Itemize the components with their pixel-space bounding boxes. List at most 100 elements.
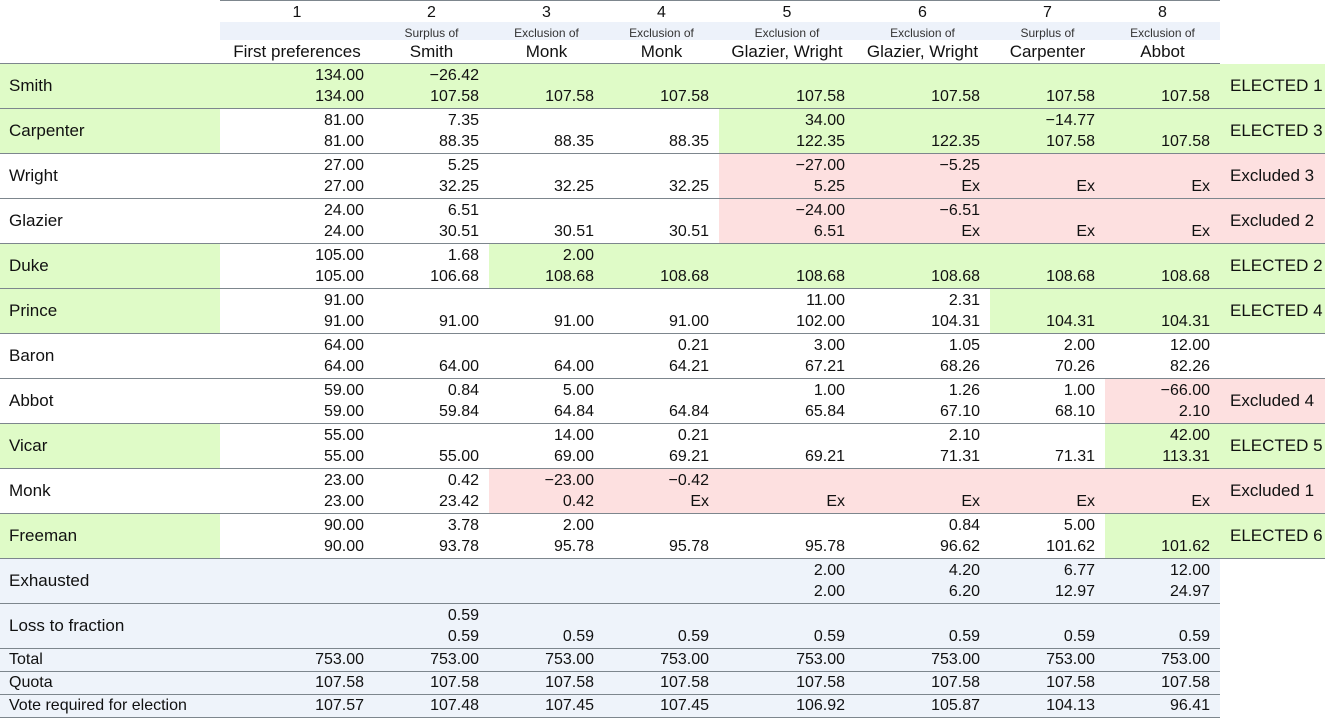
candidate-name: Prince: [0, 288, 220, 334]
candidate-name: Smith: [0, 63, 220, 109]
running-total: 59.00: [323, 403, 364, 420]
stage-cell: 2.10 71.31: [855, 423, 990, 469]
transfer-value: [604, 290, 709, 311]
stage-action: Surplus of: [374, 22, 489, 40]
row-label: Exhausted: [0, 558, 220, 604]
transfer-value: [719, 515, 845, 536]
candidate-row: Wright 27.00 27.00 5.25 32.25 32.25 32.25 −27.0…: [0, 153, 1325, 199]
stage-cell: Ex: [990, 468, 1105, 514]
transfer-value: [604, 560, 709, 581]
stage-cell: 71.31: [990, 423, 1105, 469]
transfer-value: [604, 605, 709, 626]
summary-value: 107.58: [220, 671, 374, 695]
running-total: 122.35: [931, 133, 980, 150]
stage-cell: 0.84 96.62: [855, 513, 990, 559]
header-status-spacer: [1220, 22, 1325, 40]
transfer-value: [990, 470, 1095, 491]
transfer-value: [220, 605, 364, 626]
stage-cell: 0.59: [604, 603, 719, 649]
transfer-value: 55.00: [323, 427, 364, 444]
running-total: Ex: [1191, 493, 1210, 510]
candidate-name: Monk: [0, 468, 220, 514]
running-total: 107.58: [545, 88, 594, 105]
summary-value: 107.58: [374, 671, 489, 695]
transfer-value: 2.00: [562, 517, 594, 534]
running-total: 107.58: [1046, 133, 1095, 150]
stage-cell: 34.00 122.35: [719, 108, 855, 154]
running-total: 107.58: [430, 88, 479, 105]
running-total: 69.00: [553, 448, 594, 465]
transfer-value: [374, 425, 479, 446]
transfer-value: [1105, 110, 1210, 131]
transfer-value: −0.42: [668, 472, 709, 489]
stage-cell: 24.00 24.00: [220, 198, 374, 244]
running-total: 82.26: [1169, 358, 1210, 375]
transfer-value: −24.00: [795, 202, 845, 219]
transfer-value: [719, 470, 845, 491]
running-total: 23.42: [438, 493, 479, 510]
summary-value: 107.58: [604, 671, 719, 695]
stage-cell: 1.05 68.26: [855, 333, 990, 379]
stage-cell: 90.00 90.00: [220, 513, 374, 559]
stage-number: 1: [220, 0, 374, 22]
running-total: Ex: [1191, 223, 1210, 240]
stage-cell: Ex: [1105, 468, 1220, 514]
stage-cell: 81.00 81.00: [220, 108, 374, 154]
stage-cell: 0.21 69.21: [604, 423, 719, 469]
running-total: 101.62: [1161, 538, 1210, 555]
stage-cell: 95.78: [719, 513, 855, 559]
transfer-value: 1.68: [447, 247, 479, 264]
transfer-value: [489, 290, 594, 311]
summary-value: 107.58: [1105, 671, 1220, 695]
header-status-spacer: [1220, 0, 1325, 22]
running-total: Ex: [1076, 178, 1095, 195]
summary-value: 753.00: [855, 648, 990, 672]
running-total: 0.59: [1063, 628, 1095, 645]
stage-action: Exclusion of: [855, 22, 990, 40]
transfer-value: 105.00: [315, 247, 364, 264]
stage-cell: 0.59: [855, 603, 990, 649]
transfer-value: [1105, 290, 1210, 311]
stage-cell: 107.58: [855, 63, 990, 109]
transfer-value: 0.42: [447, 472, 479, 489]
running-total: 88.35: [553, 133, 594, 150]
running-total: [604, 581, 709, 602]
summary-value: 753.00: [220, 648, 374, 672]
transfer-value: [1105, 605, 1210, 626]
candidate-status: [1220, 333, 1325, 379]
transfer-value: [990, 605, 1095, 626]
running-total: 69.21: [804, 448, 845, 465]
running-total: 30.51: [438, 223, 479, 240]
running-total: 93.78: [438, 538, 479, 555]
stage-cell: −14.77 107.58: [990, 108, 1105, 154]
candidate-status: ELECTED 6: [1220, 513, 1325, 559]
stage-cell: 108.68: [855, 243, 990, 289]
stage-subject: Glazier, Wright: [719, 40, 855, 64]
summary-value: 107.58: [719, 671, 855, 695]
transfer-value: 3.00: [813, 337, 845, 354]
running-total: 134.00: [315, 88, 364, 105]
running-total: 96.62: [939, 538, 980, 555]
running-total: Ex: [961, 223, 980, 240]
stage-cell: 69.21: [719, 423, 855, 469]
candidate-row: Prince 91.00 91.00 91.00 91.00 91.00 11.00 102.…: [0, 288, 1325, 334]
transfer-value: 134.00: [315, 67, 364, 84]
transfer-value: 0.84: [948, 517, 980, 534]
transfer-value: [489, 200, 594, 221]
stage-action: [220, 22, 374, 40]
stage-cell: 2.00 70.26: [990, 333, 1105, 379]
running-total: 91.00: [438, 313, 479, 330]
transfer-value: −27.00: [795, 157, 845, 174]
running-total: 67.21: [804, 358, 845, 375]
stage-cell: Ex: [719, 468, 855, 514]
stage-cell: 12.00 24.97: [1105, 558, 1220, 604]
running-total: 108.68: [1161, 268, 1210, 285]
stage-cell: 0.59: [990, 603, 1105, 649]
running-total: 64.21: [668, 358, 709, 375]
transfer-value: 0.59: [447, 607, 479, 624]
summary-value: 107.58: [489, 671, 604, 695]
transfer-value: 3.78: [447, 517, 479, 534]
header-corner: [0, 40, 220, 64]
transfer-value: −26.42: [429, 67, 479, 84]
candidate-row: Freeman 90.00 90.00 3.78 93.78 2.00 95.78 95.78…: [0, 513, 1325, 559]
